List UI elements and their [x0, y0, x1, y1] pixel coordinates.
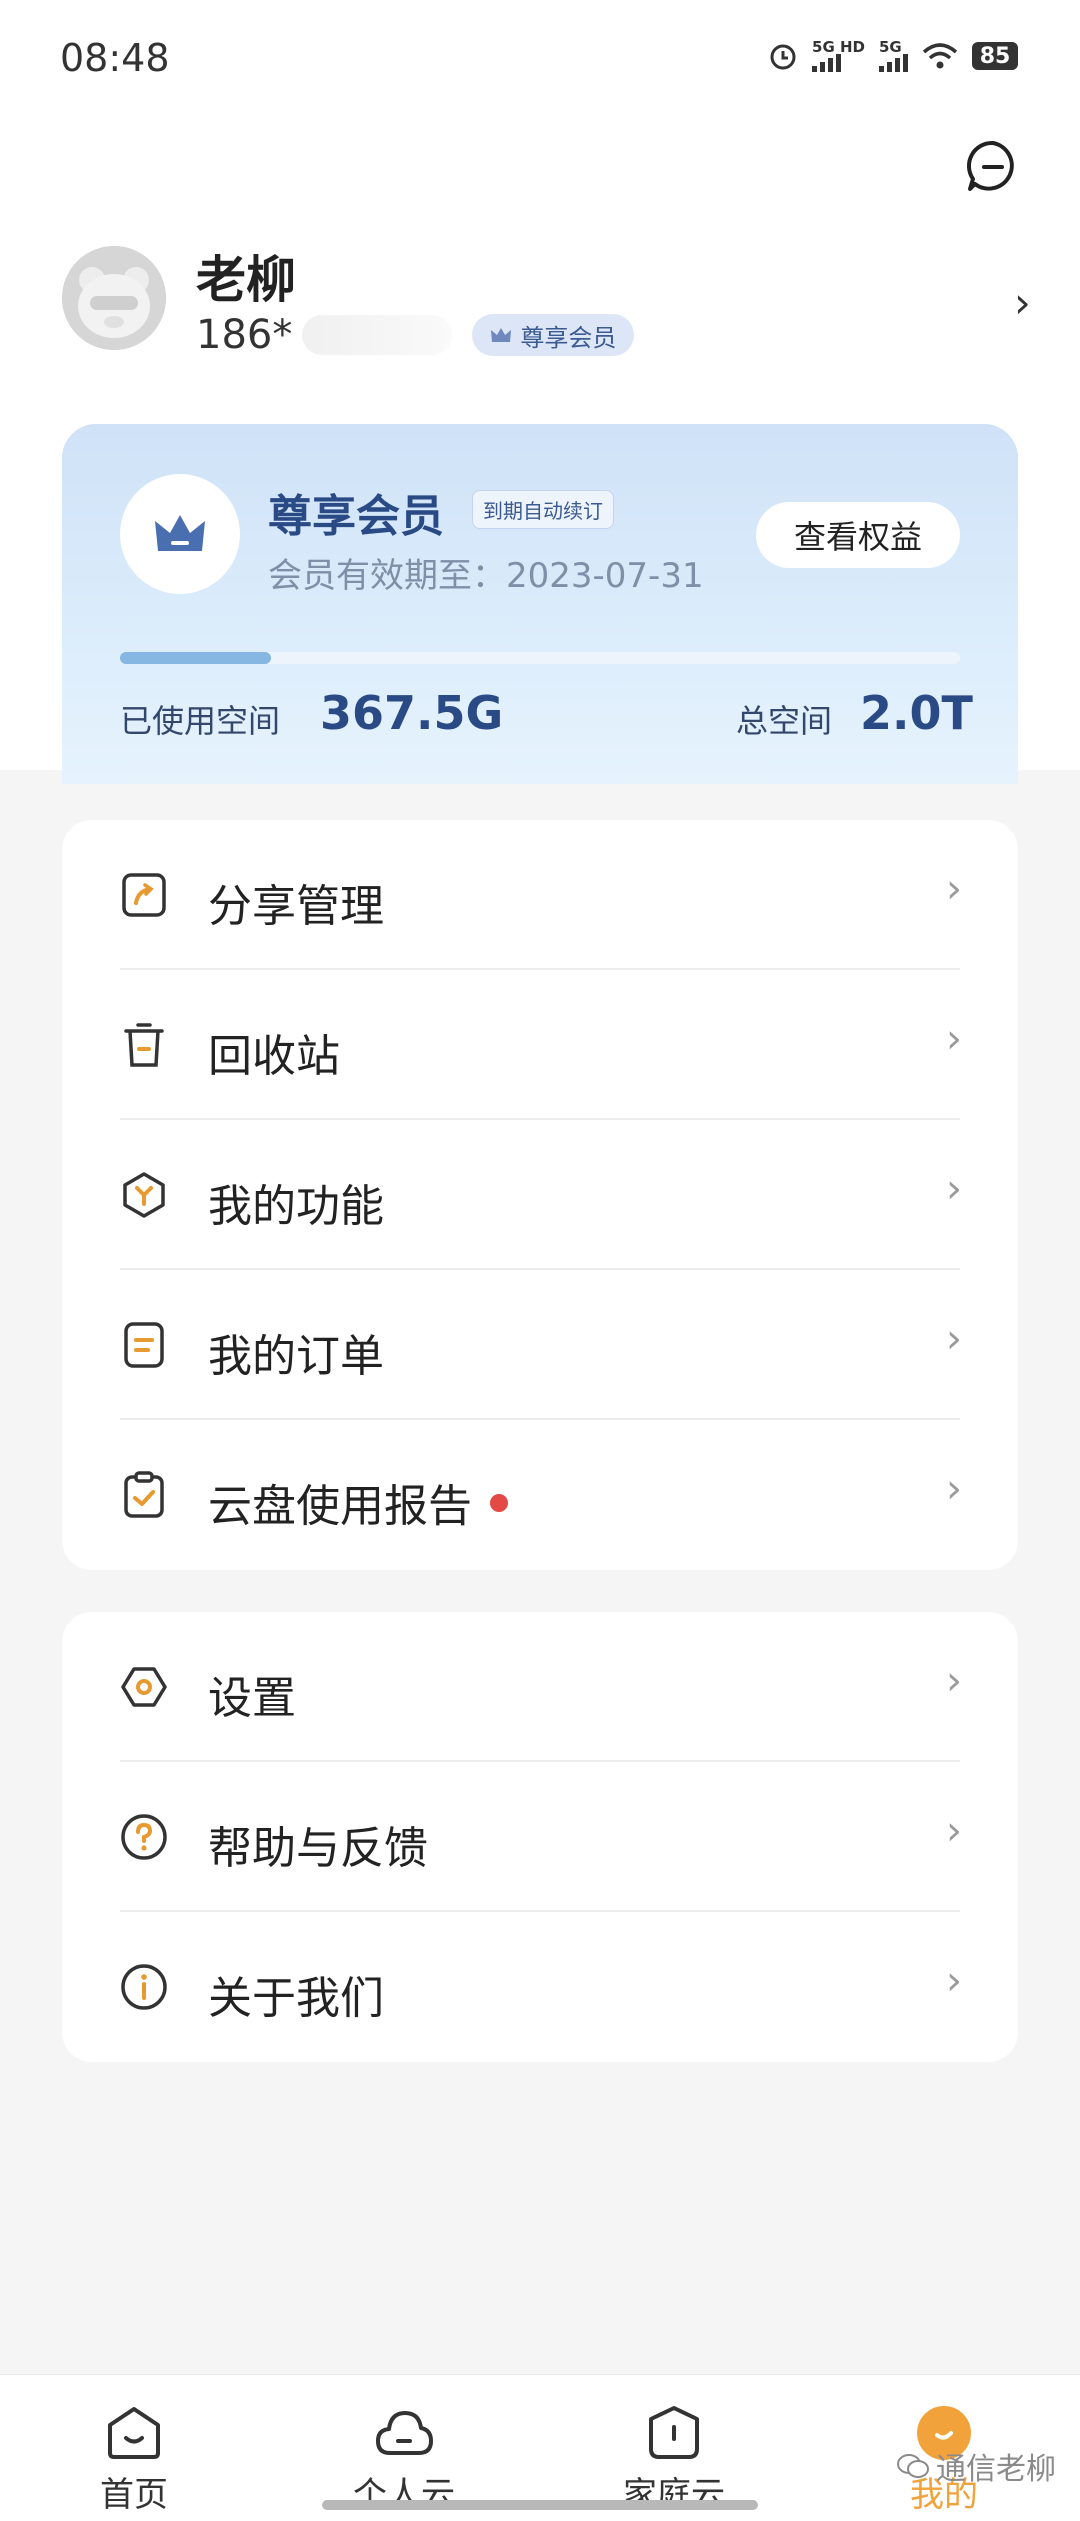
trash-icon [124, 1023, 164, 1067]
menu-item-usage-report[interactable]: 云盘使用报告 › [62, 1420, 1018, 1570]
chevron-right-icon: › [946, 1316, 962, 1362]
signal-bars-icon [879, 54, 908, 72]
menu-item-label: 分享管理 [208, 881, 384, 932]
total-space-value: 2.0T [860, 686, 973, 740]
menu-item-label: 设置 [208, 1673, 296, 1724]
tab-label: 首页 [100, 2475, 168, 2515]
menu-item-help[interactable]: 帮助与反馈 › [62, 1762, 1018, 1912]
menu-item-share[interactable]: 分享管理 › [62, 820, 1018, 970]
auto-renew-tag: 到期自动续订 [472, 490, 614, 529]
network-type-2: 5G [879, 38, 902, 56]
storage-progress-bar [120, 652, 960, 664]
member-crown [120, 474, 240, 594]
menu-item-label: 关于我们 [208, 1973, 384, 2024]
chevron-right-icon: › [946, 866, 962, 912]
member-card[interactable]: 尊享会员 到期自动续订 会员有效期至：2023-07-31 查看权益 已使用空间… [62, 424, 1018, 784]
menu-group-settings: 设置 › 帮助与反馈 › 关于我们 › [62, 1612, 1018, 2062]
menu-item-label: 我的订单 [208, 1331, 384, 1382]
crown-icon [155, 515, 205, 551]
signal-bars-icon [812, 54, 842, 72]
total-space-label: 总空间 [736, 702, 833, 740]
menu-item-label: 帮助与反馈 [208, 1823, 428, 1874]
vip-badge-label: 尊享会员 [520, 323, 617, 352]
info-icon [121, 1964, 167, 2010]
menu-item-label: 回收站 [208, 1031, 340, 1082]
avatar[interactable] [62, 246, 166, 350]
watermark-text: 通信老柳 [936, 2452, 1056, 2487]
vip-badge[interactable]: 尊享会员 [472, 314, 635, 356]
tab-home[interactable]: 首页 [34, 2375, 234, 2521]
member-valid-until: 会员有效期至：2023-07-31 [268, 556, 704, 596]
chevron-right-icon: › [946, 1466, 962, 1512]
crown-icon [491, 328, 512, 342]
user-name: 老柳 [196, 251, 296, 309]
cloud-icon [376, 2411, 433, 2455]
status-time: 08:48 [60, 36, 170, 80]
chevron-right-icon: › [946, 1958, 962, 2004]
chevron-right-icon: › [946, 1016, 962, 1062]
family-cloud-icon [649, 2406, 699, 2459]
menu-item-label: 我的功能 [208, 1181, 384, 1232]
menu-item-settings[interactable]: 设置 › [62, 1612, 1018, 1762]
message-icon[interactable] [965, 138, 1021, 194]
member-title: 尊享会员 [268, 491, 444, 542]
order-icon [124, 1322, 164, 1368]
chevron-right-icon: › [946, 1658, 962, 1704]
menu-item-label: 云盘使用报告 [208, 1481, 472, 1532]
menu-group-main: 分享管理 › 回收站 › 我的功能 › 我的订单 › 云盘使用报告 › [62, 820, 1018, 1570]
chevron-right-icon: › [946, 1166, 962, 1212]
chevron-right-icon: › [946, 1808, 962, 1854]
new-badge-dot [490, 1494, 508, 1512]
signal-1: 5G HD [812, 40, 865, 72]
watermark: 通信老柳 [896, 2444, 1056, 2488]
settings-icon [121, 1667, 167, 1707]
wechat-icon [897, 2454, 929, 2478]
used-space-label: 已使用空间 [120, 702, 281, 740]
phone-number: 186* [196, 312, 293, 358]
share-icon [122, 873, 166, 917]
status-icons: 5G HD 5G 85 [768, 40, 1018, 72]
wifi-icon [922, 43, 958, 69]
profile-arrow-icon[interactable]: › [1014, 278, 1031, 327]
features-icon [123, 1172, 165, 1218]
home-icon [108, 2407, 160, 2459]
status-bar: 08:48 5G HD 5G 85 [0, 0, 1080, 120]
alarm-icon [770, 44, 796, 70]
storage-progress-fill [120, 652, 272, 664]
menu-item-orders[interactable]: 我的订单 › [62, 1270, 1018, 1420]
help-icon [121, 1814, 167, 1860]
home-indicator[interactable] [322, 2500, 758, 2510]
battery-indicator: 85 [972, 42, 1018, 70]
used-space-value: 367.5G [320, 686, 504, 740]
report-icon [124, 1471, 164, 1518]
menu-item-features[interactable]: 我的功能 › [62, 1120, 1018, 1270]
menu-item-about[interactable]: 关于我们 › [62, 1912, 1018, 2062]
bear-avatar-icon [62, 246, 166, 350]
network-type-1: 5G HD [812, 38, 865, 56]
phone-mask [302, 315, 453, 355]
menu-item-trash[interactable]: 回收站 › [62, 970, 1018, 1120]
view-benefits-button[interactable]: 查看权益 [756, 502, 960, 568]
menu-item-label-wrap: 云盘使用报告 [208, 1470, 508, 1534]
signal-2: 5G [879, 40, 908, 72]
phone-row: 186* 尊享会员 [196, 312, 635, 358]
